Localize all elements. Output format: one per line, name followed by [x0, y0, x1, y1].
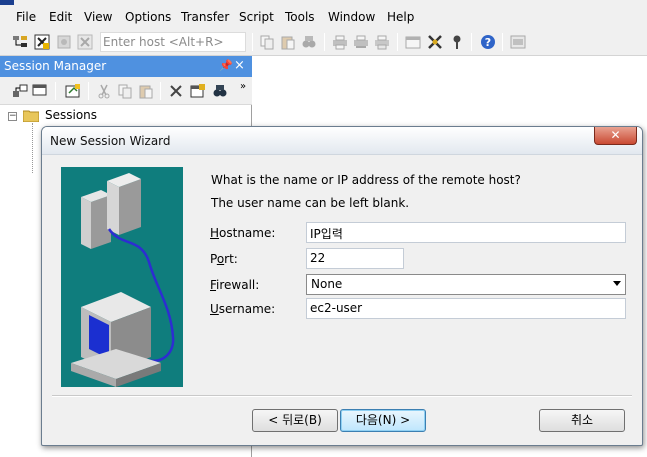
cancel-button[interactable]: 취소 [539, 409, 625, 432]
svg-text:?: ? [485, 36, 491, 49]
menu-edit[interactable]: Edit [49, 10, 72, 24]
quick-connect-icon[interactable] [34, 34, 50, 50]
wizard-illustration [61, 167, 183, 387]
folder-icon [23, 110, 39, 122]
disconnect-icon[interactable] [77, 34, 93, 50]
dialog-title: New Session Wizard [50, 134, 171, 148]
copy-session-icon[interactable] [117, 83, 133, 99]
port-input[interactable]: 22 [306, 248, 404, 269]
toolbar-separator [502, 33, 503, 51]
find-icon[interactable] [301, 34, 317, 50]
print-setup-icon[interactable] [353, 34, 369, 50]
main-toolbar: Enter host <Alt+R> ? [0, 28, 647, 56]
firewall-selected-value: None [311, 277, 343, 291]
next-button[interactable]: 다음(N) > [340, 409, 426, 432]
session-properties-icon[interactable] [190, 83, 206, 99]
new-session-icon[interactable] [65, 83, 81, 99]
hostname-label-accel: H [210, 226, 220, 240]
menu-view[interactable]: View [84, 10, 112, 24]
menu-tools[interactable]: Tools [285, 10, 315, 24]
app-icon [0, 0, 14, 5]
toolbar-separator [471, 33, 472, 51]
tree-guide-line [32, 123, 33, 173]
connect-tab-icon[interactable] [32, 83, 48, 99]
wizard-prompt-1: What is the name or IP address of the re… [211, 173, 521, 187]
toolbar-separator [252, 33, 253, 51]
tree-collapse-toggle[interactable]: − [8, 112, 17, 121]
dialog-separator [52, 395, 632, 397]
firewall-select[interactable]: None [306, 274, 626, 295]
toolbar-separator [55, 82, 56, 100]
tree-item-sessions[interactable]: Sessions [45, 108, 97, 122]
menu-bar: File Edit View Options Transfer Script T… [0, 6, 647, 28]
session-manager-title-text: Session Manager [4, 59, 107, 73]
paste-icon[interactable] [280, 34, 296, 50]
delete-icon[interactable] [168, 83, 184, 99]
toolbar-separator [88, 82, 89, 100]
firewall-label: Firewall: [210, 278, 259, 292]
close-icon[interactable]: × [234, 58, 245, 73]
session-manager-toolbar: » [0, 77, 252, 105]
toolbar-separator [160, 82, 161, 100]
connect-in-tab-icon[interactable] [56, 34, 72, 50]
port-label-pre: P [210, 252, 217, 266]
session-manager-title: Session Manager [0, 56, 252, 77]
wizard-prompt-2: The user name can be left blank. [211, 196, 410, 210]
overflow-chevron-icon[interactable]: » [240, 81, 246, 92]
keymap-icon[interactable] [449, 34, 465, 50]
print-screen-icon[interactable] [374, 34, 390, 50]
back-button[interactable]: < 뒤로(B) [252, 409, 338, 432]
chevron-down-icon [613, 281, 621, 286]
find-session-icon[interactable] [212, 83, 228, 99]
port-label: Port: [210, 252, 238, 266]
menu-help[interactable]: Help [387, 10, 414, 24]
session-options-icon[interactable] [405, 34, 421, 50]
username-label-text: sername: [218, 302, 276, 316]
cut-icon[interactable] [96, 83, 112, 99]
username-label: Username: [210, 302, 275, 316]
menu-script[interactable]: Script [239, 10, 274, 24]
connect-icon[interactable] [12, 34, 28, 50]
dialog-close-button[interactable]: ✕ [594, 127, 637, 145]
help-icon[interactable]: ? [480, 34, 496, 50]
username-label-accel: U [210, 302, 219, 316]
toolbar-separator [324, 33, 325, 51]
sftp-icon[interactable] [510, 34, 526, 50]
quick-connect-input[interactable]: Enter host <Alt+R> [100, 32, 246, 52]
paste-session-icon[interactable] [138, 83, 154, 99]
dialog-titlebar: New Session Wizard ✕ [42, 127, 642, 155]
hostname-label: Hostname: [210, 226, 275, 240]
menu-options[interactable]: Options [125, 10, 171, 24]
username-input[interactable]: ec2-user [306, 298, 626, 319]
new-session-wizard-dialog: New Session Wizard ✕ What is the name or… [41, 126, 643, 446]
menu-file[interactable]: File [16, 10, 36, 24]
menu-transfer[interactable]: Transfer [181, 10, 229, 24]
connect-session-icon[interactable] [12, 83, 28, 99]
firewall-label-text: irewall: [216, 278, 260, 292]
network-computers-icon [71, 173, 175, 387]
port-label-text: rt: [224, 252, 238, 266]
print-icon[interactable] [332, 34, 348, 50]
global-options-icon[interactable] [427, 34, 443, 50]
hostname-input[interactable]: IP입력 [306, 222, 626, 243]
pin-icon[interactable]: 📌 [219, 59, 233, 72]
hostname-label-text: ostname: [219, 226, 276, 240]
toolbar-separator [397, 33, 398, 51]
menu-window[interactable]: Window [328, 10, 375, 24]
copy-icon[interactable] [259, 34, 275, 50]
